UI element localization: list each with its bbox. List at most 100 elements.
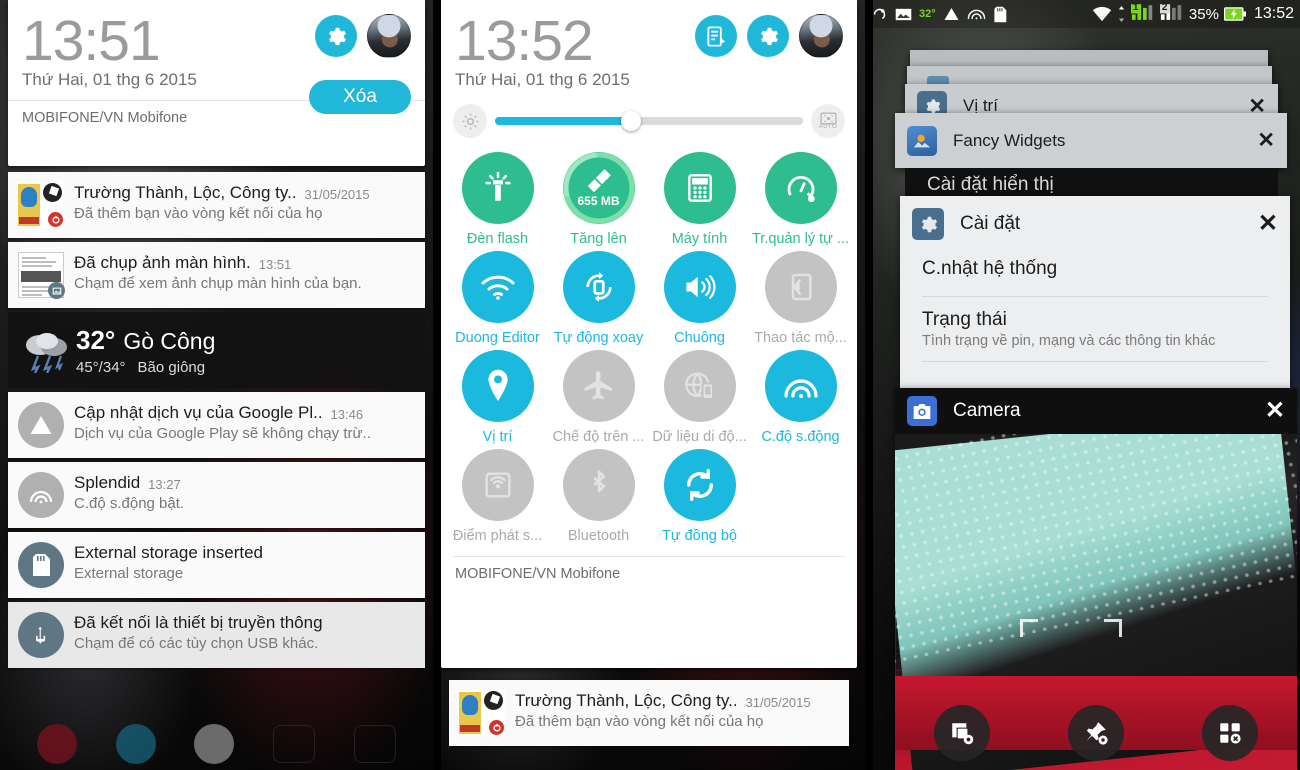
toggle-auto-sync[interactable]: Tự đồng bộ bbox=[649, 449, 750, 544]
notification-google-play[interactable]: Cập nhật dịch vụ của Google Pl.. 13:46 D… bbox=[8, 392, 425, 458]
auto-brightness-button[interactable]: AUTO bbox=[811, 104, 845, 138]
notification-subtitle: Đã thêm bạn vào vòng kết nối của họ bbox=[74, 205, 323, 222]
brightness-slider-row: AUTO bbox=[441, 100, 857, 150]
boost-broom-icon bbox=[587, 169, 611, 193]
settings-row-status[interactable]: Trạng thái Tình trạng về pin, mạng và cá… bbox=[922, 297, 1268, 349]
status-time: 13:52 bbox=[1253, 5, 1294, 22]
notification-title: External storage inserted bbox=[74, 543, 263, 562]
screenshot-settings-button[interactable] bbox=[934, 705, 990, 761]
close-all-apps-button[interactable] bbox=[1202, 705, 1258, 761]
status-bar-right: 1 2 35% 13:52 bbox=[1092, 2, 1294, 24]
notification-linkedin[interactable]: Trường Thành, Lộc, Công ty.. 31/05/2015 … bbox=[8, 172, 425, 238]
linkedin-app-icon bbox=[18, 182, 64, 228]
hotspot-icon bbox=[484, 472, 511, 498]
close-icon[interactable]: ✕ bbox=[1265, 399, 1285, 423]
toggle-label: Tr.quản lý tự ... bbox=[751, 231, 849, 247]
toggle-hotspot[interactable]: Điểm phát s... bbox=[447, 449, 548, 544]
toggle-splendid[interactable]: C.độ s.động bbox=[750, 350, 851, 445]
toggle-wifi[interactable]: Duong Editor bbox=[447, 251, 548, 346]
clock-date: Thứ Hai, 01 thg 6 2015 bbox=[455, 70, 630, 89]
settings-row-title: Trạng thái bbox=[922, 309, 1007, 330]
notification-title: Đã chụp ảnh màn hình. bbox=[74, 253, 251, 272]
dock-icon[interactable] bbox=[273, 725, 316, 763]
toggle-auto-rotate[interactable]: Tự động xoay bbox=[548, 251, 649, 346]
notification-screenshot[interactable]: Đã chụp ảnh màn hình. 13:51 Chạm để xem … bbox=[8, 242, 425, 308]
notification-usb[interactable]: Đã kết nối là thiết bị truyền thông Chạm… bbox=[8, 602, 425, 668]
recent-app-name: Cài đặt bbox=[960, 213, 1021, 234]
avatar[interactable] bbox=[799, 14, 843, 58]
edit-toggles-button[interactable] bbox=[695, 15, 737, 57]
panel-divider bbox=[865, 0, 873, 770]
sync-circle-icon bbox=[873, 8, 886, 19]
recents-stack: Vị trí ✕ Fancy Widgets ✕ Cài đặt hiển th… bbox=[865, 28, 1300, 770]
dock-icon[interactable] bbox=[194, 724, 235, 764]
settings-row-subtitle: Tình trạng về pin, mạng và các thông tin… bbox=[922, 333, 1216, 349]
location-pin-icon bbox=[487, 369, 508, 401]
settings-button[interactable] bbox=[315, 15, 357, 57]
notification-time: 13:27 bbox=[148, 477, 181, 492]
camera-action-buttons bbox=[895, 701, 1297, 765]
notification-time: 31/05/2015 bbox=[304, 187, 370, 202]
panel-divider bbox=[433, 0, 441, 770]
toggle-one-hand-mode[interactable]: Thao tác mộ... bbox=[750, 251, 851, 346]
toggle-label: Dữ liệu di độ... bbox=[652, 429, 747, 445]
pin-settings-button[interactable] bbox=[1068, 705, 1124, 761]
settings-row-system-update[interactable]: C.nhật hệ thống bbox=[922, 258, 1268, 296]
notification-subtitle: External storage bbox=[74, 565, 184, 582]
weather-city: Gò Công bbox=[123, 328, 216, 354]
badge-icon bbox=[488, 719, 505, 736]
camera-app-icon bbox=[907, 396, 937, 426]
dock-icon[interactable] bbox=[115, 724, 156, 764]
settings-button[interactable] bbox=[747, 15, 789, 57]
recent-app-name: Cài đặt hiển thị bbox=[927, 174, 1054, 195]
toggle-mobile-data[interactable]: Dữ liệu di độ... bbox=[649, 350, 750, 445]
toggle-label: Đèn flash bbox=[466, 231, 529, 247]
recent-app-name: Fancy Widgets bbox=[953, 130, 1066, 150]
notification-linkedin[interactable]: Trường Thành, Lộc, Công ty.. 31/05/2015 … bbox=[449, 680, 849, 746]
dock-icon[interactable] bbox=[37, 724, 78, 764]
notification-subtitle: Chạm để có các tùy chọn USB khác. bbox=[74, 635, 319, 652]
mobile-data-icon bbox=[684, 372, 714, 401]
header-controls-2 bbox=[695, 14, 843, 58]
toggle-flashlight[interactable]: Đèn flash bbox=[447, 152, 548, 247]
sim2-signal: 2 bbox=[1159, 2, 1184, 24]
brightness-icon bbox=[453, 104, 487, 138]
notification-external-storage[interactable]: External storage inserted External stora… bbox=[8, 532, 425, 598]
badge-icon bbox=[47, 211, 64, 228]
recent-card-camera[interactable]: Camera ✕ bbox=[895, 388, 1297, 770]
splendid-arc-icon bbox=[783, 379, 818, 398]
fancy-widgets-icon bbox=[907, 125, 937, 156]
toggle-auto-manager[interactable]: Tr.quản lý tự ... bbox=[750, 152, 851, 247]
notification-subtitle: Chạm để xem ảnh chụp màn hình của bạn. bbox=[74, 275, 362, 292]
notification-title: Đã kết nối là thiết bị truyền thông bbox=[74, 613, 323, 632]
notification-time: 13:51 bbox=[258, 257, 292, 272]
notification-weather[interactable]: 32° Gò Công 45°/34° Bão giông bbox=[8, 312, 425, 388]
wifi-icon bbox=[481, 275, 514, 300]
toggle-label: Tăng lên bbox=[570, 231, 627, 247]
close-icon[interactable]: ✕ bbox=[1257, 130, 1275, 151]
toggle-boost[interactable]: 655 MB Tăng lên bbox=[548, 152, 649, 247]
recent-card-fancy-widgets[interactable]: Fancy Widgets ✕ bbox=[895, 113, 1287, 168]
toggle-ringer[interactable]: Chuông bbox=[649, 251, 750, 346]
toggle-label: Máy tính bbox=[671, 231, 728, 247]
toggle-location[interactable]: Vị trí bbox=[447, 350, 548, 445]
ringer-volume-icon bbox=[685, 275, 716, 299]
clear-all-button[interactable]: Xóa bbox=[309, 80, 411, 114]
toggle-label: Tự động xoay bbox=[553, 330, 644, 346]
sim2-label: 2 bbox=[1161, 2, 1168, 13]
notification-subtitle: Đã thêm bạn vào vòng kết nối của họ bbox=[515, 713, 764, 730]
toggle-label: Điểm phát s... bbox=[452, 528, 543, 544]
toggle-bluetooth[interactable]: Bluetooth bbox=[548, 449, 649, 544]
panel-notification-shade: 13:51 Thứ Hai, 01 thg 6 2015 Xóa MOBIFON… bbox=[0, 0, 433, 770]
shade-header-1: 13:51 Thứ Hai, 01 thg 6 2015 Xóa MOBIFON… bbox=[8, 0, 425, 166]
avatar[interactable] bbox=[367, 14, 411, 58]
toggle-calculator[interactable]: Máy tính bbox=[649, 152, 750, 247]
dock-icon[interactable] bbox=[353, 725, 396, 763]
close-icon[interactable]: ✕ bbox=[1258, 212, 1278, 236]
shade-quick-settings: 13:52 Thứ Hai, 01 thg 6 2015 AUTO Đèn fl… bbox=[441, 0, 857, 668]
brightness-slider[interactable] bbox=[495, 111, 803, 131]
toggle-airplane-mode[interactable]: Chế độ trên ... bbox=[548, 350, 649, 445]
recent-card-settings[interactable]: Cài đặt ✕ C.nhật hệ thống Trạng thái Tìn… bbox=[900, 196, 1290, 392]
notification-splendid[interactable]: Splendid 13:27 C.độ s.động bật. bbox=[8, 462, 425, 528]
notification-list-1: Trường Thành, Lộc, Công ty.. 31/05/2015 … bbox=[0, 172, 433, 672]
